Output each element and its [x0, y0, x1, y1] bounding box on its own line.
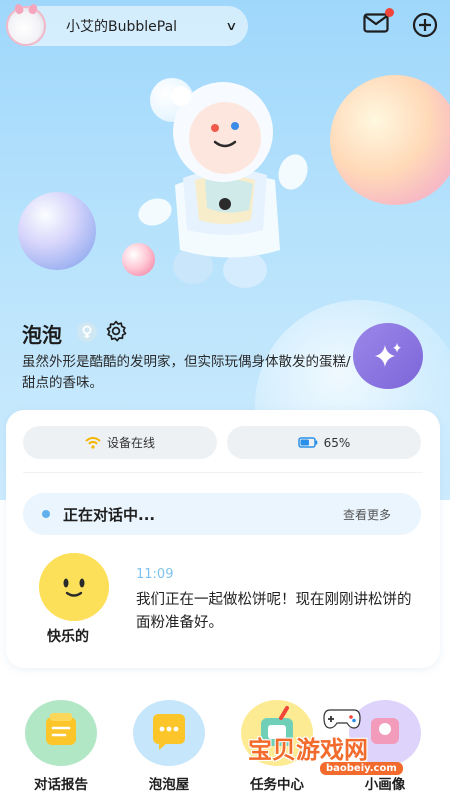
latest-message: 我们正在一起做松饼呢！现在刚刚讲松饼的面粉准备好。 [136, 592, 412, 631]
nav-conversation-report[interactable]: 对话报告 [25, 700, 97, 795]
magic-button[interactable] [353, 323, 423, 389]
gear-icon[interactable] [105, 320, 127, 342]
conversation-status: 正在对话中... [63, 505, 156, 524]
watermark-text: 宝贝游戏网 [248, 736, 368, 764]
happy-mood-icon [39, 553, 109, 621]
gamepad-icon [323, 709, 361, 729]
character-description: 虽然外形是酷酷的发明家，但实际玩偶身体散发的蛋糕/甜点的香味。 [22, 354, 351, 391]
notification-dot [385, 8, 394, 17]
battery-status: 65% [227, 426, 421, 459]
divider [23, 472, 423, 473]
wifi-icon [85, 436, 101, 449]
message-time: 11:09 [136, 567, 174, 582]
live-dot [42, 510, 50, 518]
watermark-url: baobeiy.com [320, 762, 403, 775]
chat-bubble-icon [133, 700, 205, 766]
battery-icon [297, 437, 317, 448]
nav-bubble-house[interactable]: 泡泡屋 [133, 700, 205, 795]
report-icon [25, 700, 97, 766]
online-label: 设备在线 [106, 436, 155, 450]
bubble-mascot-image[interactable] [135, 80, 315, 295]
device-name: 小艾的BubblePal [66, 19, 178, 35]
mail-icon[interactable] [363, 13, 389, 33]
conversation-card: 设备在线 65% 正在对话中... 查看更多 快乐的 11:09 我们正在一起做… [6, 410, 440, 668]
nav-label: 小画像 [364, 777, 406, 793]
female-icon [77, 322, 97, 342]
device-avatar [6, 6, 46, 46]
nav-label: 泡泡屋 [148, 777, 190, 793]
mood-label: 快乐的 [47, 629, 89, 645]
nav-label: 对话报告 [34, 777, 88, 793]
decor-bubble [18, 192, 96, 270]
device-online-status: 设备在线 [23, 426, 217, 459]
nav-label: 任务中心 [250, 777, 304, 793]
see-more-link[interactable]: 查看更多 [343, 506, 391, 523]
character-name: 泡泡 [22, 323, 62, 347]
battery-label: 65% [323, 435, 351, 450]
conversation-status-bar[interactable]: 正在对话中... 查看更多 [23, 493, 421, 535]
decor-bubble [330, 75, 450, 205]
chevron-down-icon: ∨ [225, 19, 238, 33]
device-selector[interactable]: 小艾的BubblePal ∨ [6, 6, 248, 46]
plus-circle-icon[interactable] [412, 12, 438, 38]
sparkle-icon [375, 343, 401, 367]
